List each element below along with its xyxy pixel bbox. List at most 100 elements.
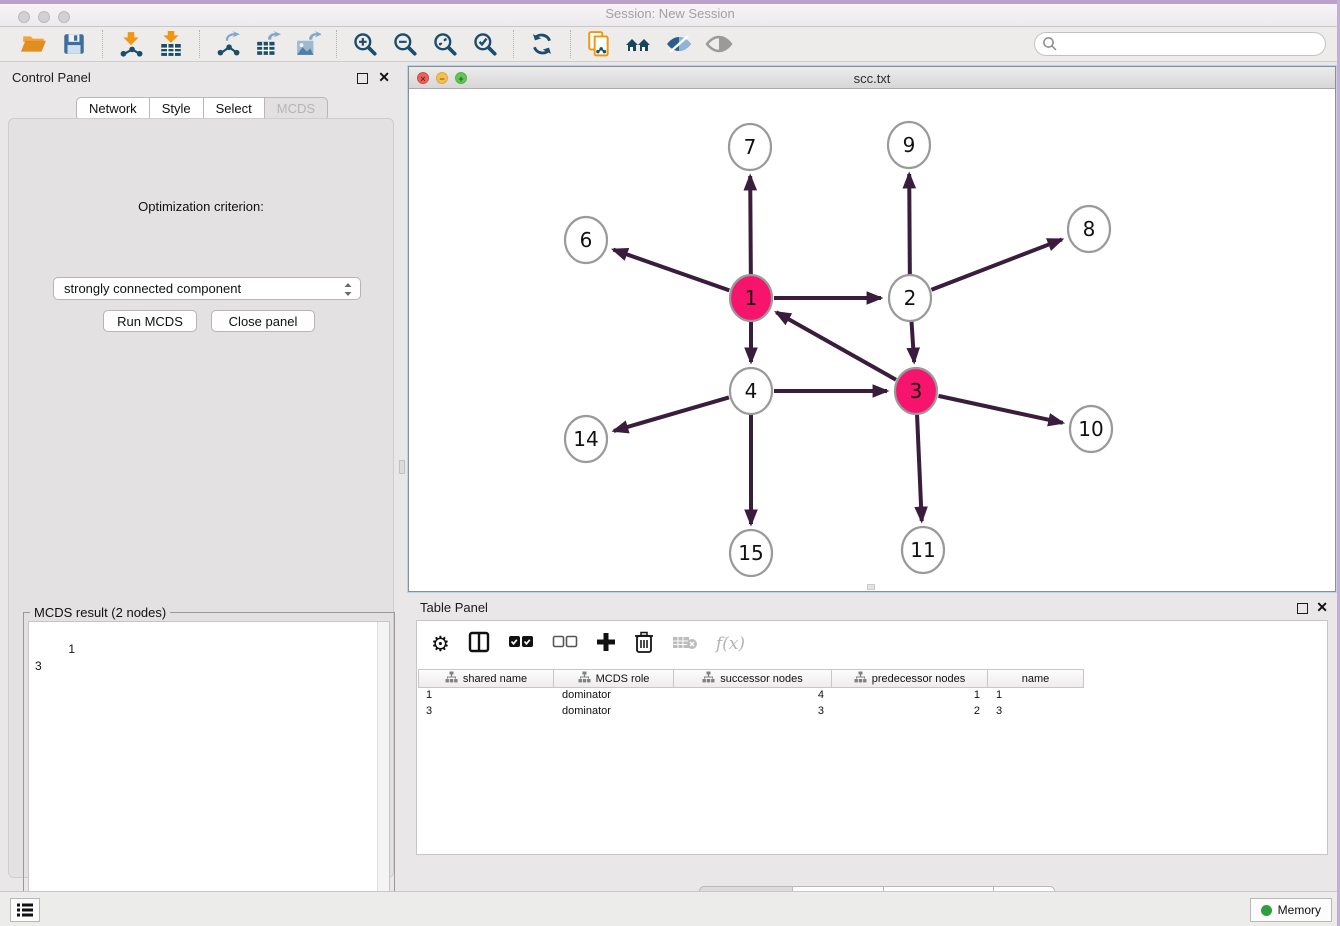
- application-window: Session: New Session: [0, 0, 1340, 926]
- table-cell[interactable]: 3: [418, 704, 554, 720]
- window-title: Session: New Session: [0, 6, 1340, 21]
- close-table-panel-icon[interactable]: ✕: [1316, 599, 1328, 616]
- table-toolbar: ⚙ f(x): [431, 629, 745, 659]
- column-mode-icon[interactable]: [468, 631, 490, 658]
- memory-status-icon: [1261, 905, 1272, 916]
- refresh-layout-icon[interactable]: [528, 30, 556, 58]
- mcds-result-title: MCDS result (2 nodes): [30, 605, 170, 620]
- save-session-icon[interactable]: [60, 30, 88, 58]
- float-panel-icon[interactable]: [357, 73, 368, 84]
- edge-1-6[interactable]: [613, 250, 729, 291]
- mcds-panel: Optimization criterion: strongly connect…: [8, 118, 394, 878]
- node-table: shared name MCDS role successor nodes prede…: [418, 669, 1084, 720]
- edge-2-9[interactable]: [909, 174, 910, 275]
- column-header-mcds-role[interactable]: MCDS role: [554, 669, 674, 688]
- import-network-icon[interactable]: [117, 30, 145, 58]
- node-label-1: 1: [745, 286, 758, 310]
- float-table-panel-icon[interactable]: [1297, 603, 1308, 614]
- criterion-select[interactable]: strongly connected component: [53, 277, 361, 300]
- edge-1-7[interactable]: [750, 176, 751, 275]
- node-label-9: 9: [903, 133, 916, 157]
- export-table-icon[interactable]: [254, 30, 282, 58]
- node-label-11: 11: [910, 538, 935, 562]
- zoom-out-icon[interactable]: [391, 30, 419, 58]
- network-window-titlebar[interactable]: × − + scc.txt: [409, 67, 1335, 89]
- table-cell[interactable]: 4: [674, 688, 832, 704]
- zoom-selected-icon[interactable]: [471, 30, 499, 58]
- table-cell[interactable]: dominator: [554, 688, 674, 704]
- network-window-title: scc.txt: [409, 71, 1335, 86]
- close-panel-button[interactable]: Close panel: [211, 310, 315, 332]
- column-header-label: successor nodes: [720, 673, 803, 685]
- panel-splitter-handle[interactable]: [399, 460, 405, 474]
- status-bar: Memory: [0, 891, 1340, 926]
- node-label-8: 8: [1083, 217, 1096, 241]
- zoom-in-icon[interactable]: [351, 30, 379, 58]
- search-input[interactable]: [1034, 32, 1326, 56]
- table-cell[interactable]: 3: [674, 704, 832, 720]
- table-cell[interactable]: 2: [832, 704, 988, 720]
- column-header-label: predecessor nodes: [872, 673, 966, 685]
- table-cell[interactable]: 1: [988, 688, 1084, 704]
- table-header-row: shared name MCDS role successor nodes prede…: [418, 669, 1084, 688]
- table-rows: 1dominator4113dominator323: [418, 688, 1084, 720]
- search-container: [1034, 32, 1326, 56]
- column-header-name[interactable]: name: [988, 669, 1084, 688]
- run-mcds-button[interactable]: Run MCDS: [103, 310, 197, 332]
- column-type-icon: [702, 671, 715, 686]
- table-panel-title: Table Panel: [420, 600, 488, 615]
- export-network-icon[interactable]: [214, 30, 242, 58]
- desktop-background-strip: [0, 0, 1340, 4]
- result-scrollbar[interactable]: [377, 622, 389, 926]
- add-column-icon[interactable]: [596, 632, 616, 657]
- edge-3-1[interactable]: [776, 312, 896, 379]
- column-type-icon: [854, 671, 867, 686]
- clone-network-icon[interactable]: [585, 30, 613, 58]
- edge-2-3[interactable]: [911, 321, 914, 362]
- open-session-icon[interactable]: [20, 30, 48, 58]
- delete-column-icon[interactable]: [634, 631, 654, 658]
- table-panel-body: ⚙ f(x): [416, 620, 1328, 855]
- column-header-predecessor-nodes[interactable]: predecessor nodes: [832, 669, 988, 688]
- table-cell[interactable]: 1: [832, 688, 988, 704]
- node-label-6: 6: [580, 228, 593, 252]
- table-cell[interactable]: 3: [988, 704, 1084, 720]
- deselect-all-icon[interactable]: [552, 635, 578, 654]
- edge-2-8[interactable]: [931, 239, 1061, 289]
- mcds-result-textarea[interactable]: 1 3: [28, 621, 390, 926]
- column-header-shared-name[interactable]: shared name: [418, 669, 554, 688]
- export-image-icon[interactable]: [294, 30, 322, 58]
- first-neighbors-icon[interactable]: [625, 30, 653, 58]
- mcds-result-text: 1 3: [35, 642, 75, 673]
- column-header-label: MCDS role: [596, 673, 650, 685]
- task-history-button[interactable]: [10, 898, 40, 922]
- edge-3-10[interactable]: [938, 396, 1062, 423]
- search-icon: [1042, 36, 1058, 57]
- memory-button-label: Memory: [1278, 903, 1321, 917]
- table-cell[interactable]: 1: [418, 688, 554, 704]
- memory-button[interactable]: Memory: [1250, 898, 1332, 922]
- column-header-successor-nodes[interactable]: successor nodes: [674, 669, 832, 688]
- select-all-icon[interactable]: [508, 635, 534, 654]
- table-row[interactable]: 3dominator323: [418, 704, 1084, 720]
- table-row[interactable]: 1dominator411: [418, 688, 1084, 704]
- node-label-10: 10: [1078, 417, 1103, 441]
- network-canvas[interactable]: 7968124314101511: [409, 89, 1335, 591]
- table-panel: Table Panel ✕ ⚙: [408, 595, 1336, 887]
- node-label-3: 3: [910, 379, 923, 403]
- column-header-label: shared name: [463, 673, 527, 685]
- function-builder-icon: f(x): [716, 634, 745, 654]
- table-cell[interactable]: dominator: [554, 704, 674, 720]
- show-hide-icon[interactable]: [705, 30, 733, 58]
- close-panel-icon[interactable]: ✕: [378, 69, 390, 86]
- optimization-criterion-label: Optimization criterion:: [9, 199, 393, 214]
- edge-3-11[interactable]: [917, 414, 922, 521]
- import-table-icon[interactable]: [157, 30, 185, 58]
- zoom-fit-icon[interactable]: [431, 30, 459, 58]
- toolbar-separator: [336, 30, 337, 58]
- canvas-resize-grip[interactable]: [867, 584, 875, 590]
- table-options-icon[interactable]: ⚙: [431, 633, 450, 655]
- style-eye-icon[interactable]: [665, 30, 693, 58]
- edge-4-14[interactable]: [614, 397, 729, 430]
- select-arrows-icon: [343, 281, 353, 301]
